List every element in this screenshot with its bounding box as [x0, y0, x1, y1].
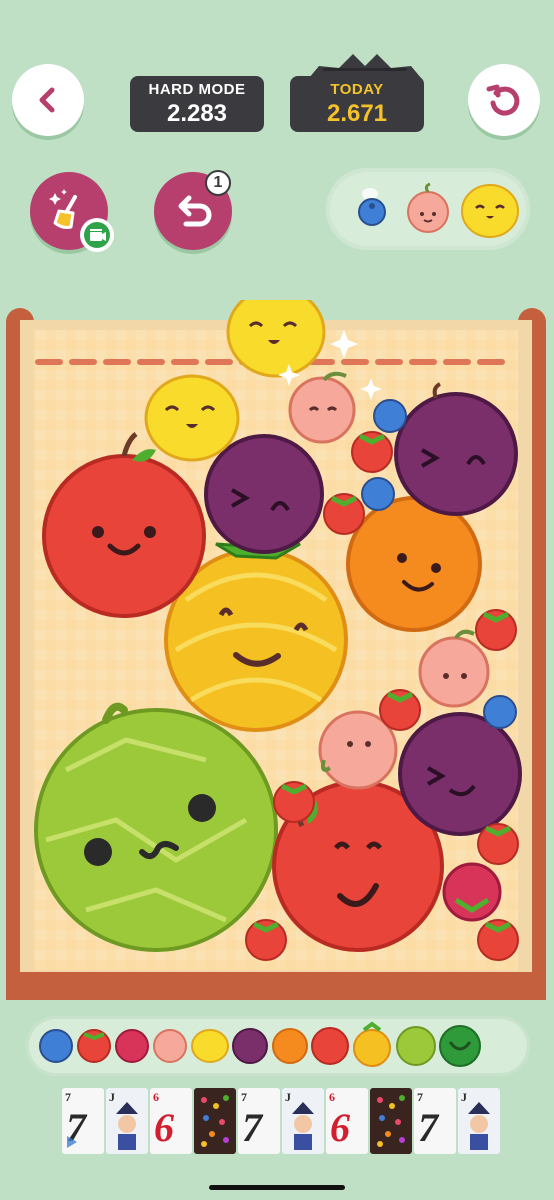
apple-icon — [311, 1027, 349, 1065]
back-button[interactable] — [12, 64, 84, 136]
today-score-panel: TODAY 2.671 — [290, 76, 424, 132]
ad-choices-icon[interactable] — [64, 1134, 80, 1150]
restart-icon — [486, 84, 520, 116]
hard-mode-label: HARD MODE — [148, 80, 246, 98]
home-indicator[interactable] — [209, 1185, 345, 1190]
ad-card: 66 — [326, 1088, 368, 1154]
ad-banner[interactable]: 77 J 66 77 J 66 77 J — [62, 1088, 510, 1154]
today-score: 2.671 — [326, 99, 388, 127]
melon-fruit — [34, 702, 278, 952]
ad-card: 77 — [238, 1088, 280, 1154]
strawberry-fruit — [273, 781, 315, 823]
ad-card: J — [458, 1088, 500, 1154]
strawberry-fruit — [475, 609, 517, 651]
ad-card: J — [282, 1088, 324, 1154]
watermelon-icon — [439, 1025, 481, 1067]
hard-mode-score-panel: HARD MODE 2.283 — [130, 76, 264, 132]
hard-mode-score: 2.283 — [166, 99, 228, 127]
blueberry-fruit — [483, 695, 517, 729]
today-label: TODAY — [330, 80, 384, 98]
blueberry-icon — [358, 198, 386, 226]
blueberry-fruit — [373, 399, 407, 433]
crown-icon — [309, 54, 421, 78]
peach-icon — [407, 182, 449, 233]
lemon-icon — [191, 1029, 229, 1063]
plum-fruit — [204, 434, 324, 554]
lemon-icon — [461, 184, 519, 238]
strawberry-fruit — [477, 823, 519, 865]
lemon-fruit — [144, 374, 240, 462]
chevron-left-icon — [39, 87, 55, 113]
ad-card: 77 — [414, 1088, 456, 1154]
ad-card: 66 — [150, 1088, 192, 1154]
plum-icon — [232, 1028, 268, 1064]
ad-card — [370, 1088, 412, 1154]
strawberry-fruit — [477, 919, 519, 961]
undo-icon — [178, 195, 212, 227]
blueberry-fruit — [361, 477, 395, 511]
strawberry-fruit — [245, 919, 287, 961]
lemon-fruit — [226, 286, 326, 378]
ad-card: J — [106, 1088, 148, 1154]
strawberry-fruit — [379, 689, 421, 731]
peach-icon — [153, 1029, 187, 1063]
strawberry-fruit — [323, 493, 365, 535]
strawberry-icon — [77, 1029, 111, 1063]
pineapple-icon — [353, 1021, 391, 1067]
restart-button[interactable] — [468, 64, 540, 136]
melon-icon — [396, 1026, 436, 1066]
plum-fruit — [398, 712, 522, 836]
orange-icon — [272, 1028, 308, 1064]
blueberry-icon — [39, 1029, 73, 1063]
ad-card — [194, 1088, 236, 1154]
video-ad-icon — [80, 218, 114, 252]
game-container[interactable] — [6, 286, 546, 1000]
orange-fruit — [346, 496, 482, 632]
raspberry-icon — [115, 1029, 149, 1063]
next-fruit-queue — [326, 168, 530, 250]
undo-count-badge: 1 — [205, 170, 231, 196]
raspberry-fruit — [442, 862, 502, 922]
fruit-evolution-bar — [26, 1016, 530, 1076]
strawberry-fruit — [351, 431, 393, 473]
